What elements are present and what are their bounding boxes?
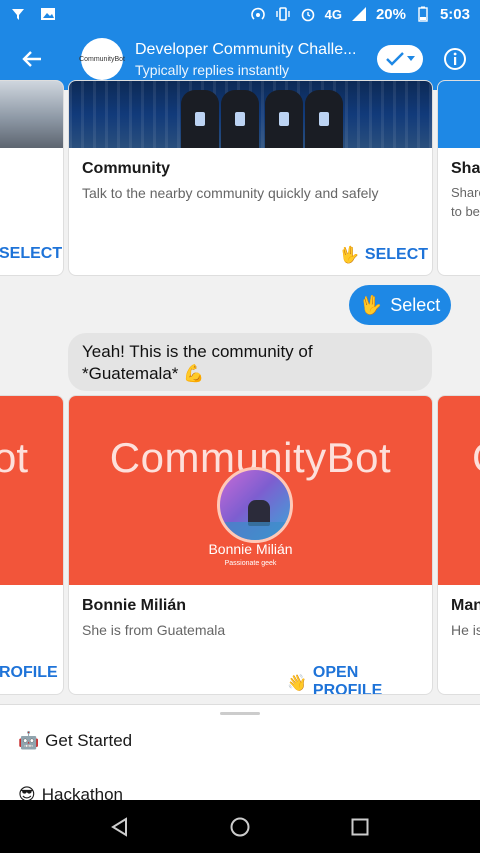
profile-photo	[217, 467, 293, 543]
card-subtitle: She is from Guatemala	[82, 622, 226, 638]
checkmark-icon	[385, 52, 404, 66]
carousel-card-community[interactable]: Community Talk to the nearby community q…	[68, 80, 433, 276]
battery-percent: 20%	[375, 5, 406, 23]
messenger-screen: 4G 20% 5:03 CommunityBot Developer Commu…	[0, 0, 480, 853]
carousel-card-partial-left[interactable]: SELECT	[0, 80, 64, 276]
subscribe-toggle-button[interactable]	[377, 45, 423, 73]
card-title: Community	[82, 160, 170, 177]
caret-down-icon	[406, 56, 415, 61]
card-title: Bonnie Milián	[82, 597, 186, 614]
battery-icon	[418, 6, 428, 22]
info-icon	[444, 48, 466, 70]
card-image	[438, 81, 480, 148]
signal-icon	[351, 7, 366, 21]
select-button[interactable]: 🖖 SELECT	[339, 245, 428, 264]
open-profile-button[interactable]: 👋 OPEN PROFILE	[287, 664, 432, 694]
card-banner: CommunityBot Bonnie Milián Passionate ge…	[69, 396, 432, 585]
quick-reply-get-started[interactable]: 🤖 Get Started	[18, 731, 132, 751]
system-nav-bar	[0, 800, 480, 853]
conversation-titles[interactable]: Developer Community Challe... Typically …	[135, 41, 365, 78]
alarm-icon	[301, 8, 314, 22]
conversation-subtitle: Typically replies instantly	[135, 61, 290, 78]
waving-hand-icon: 👋	[287, 672, 307, 692]
back-arrow-icon	[22, 51, 41, 67]
nav-back-icon[interactable]	[109, 816, 131, 838]
card-image	[0, 81, 63, 148]
card-image	[69, 81, 432, 148]
carousel-card-profile[interactable]: CommunityBot Bonnie Milián Passionate ge…	[68, 395, 433, 695]
outgoing-message[interactable]: 🖖 Select	[349, 285, 451, 325]
clock: 5:03	[439, 5, 470, 23]
sheet-drag-handle[interactable]	[220, 712, 260, 715]
flexed-biceps-icon: 💪	[183, 364, 205, 384]
select-button[interactable]: SELECT	[0, 245, 62, 263]
status-bar: 4G 20% 5:03	[0, 0, 480, 28]
image-icon	[41, 8, 55, 20]
carousel-card-partial-left[interactable]: ot ROFILE	[0, 395, 64, 695]
quick-replies-sheet: 🤖 Get Started 😎 Hackathon	[0, 704, 480, 805]
vulcan-salute-icon: 🖖	[339, 245, 359, 264]
incoming-message[interactable]: Yeah! This is the community of *Guatemal…	[68, 333, 432, 391]
card-banner: C	[438, 396, 480, 585]
card-banner: ot	[0, 396, 63, 585]
open-profile-button[interactable]: ROFILE	[0, 664, 58, 682]
vibrate-icon	[275, 7, 290, 21]
bot-avatar[interactable]: CommunityBot	[79, 38, 125, 80]
info-button[interactable]	[433, 37, 477, 81]
banner-profile-tagline: Passionate geek	[224, 560, 277, 567]
banner-profile-name: Bonnie Milián	[208, 541, 293, 557]
vulcan-salute-icon: 🖖	[359, 294, 383, 316]
network-type: 4G	[324, 6, 342, 22]
conversation-title: Developer Community Challe...	[135, 40, 357, 58]
robot-icon: 🤖	[18, 731, 40, 751]
nav-recents-icon[interactable]	[349, 816, 371, 838]
nav-home-icon[interactable]	[229, 816, 251, 838]
hotspot-icon	[250, 7, 265, 20]
carousel-card-partial-right[interactable]: C Man He is	[437, 395, 480, 695]
carousel-card-partial-right[interactable]: Shar Share to be	[437, 80, 480, 276]
card-subtitle: Talk to the nearby community quickly and…	[82, 185, 379, 201]
notification-icon	[12, 9, 24, 20]
